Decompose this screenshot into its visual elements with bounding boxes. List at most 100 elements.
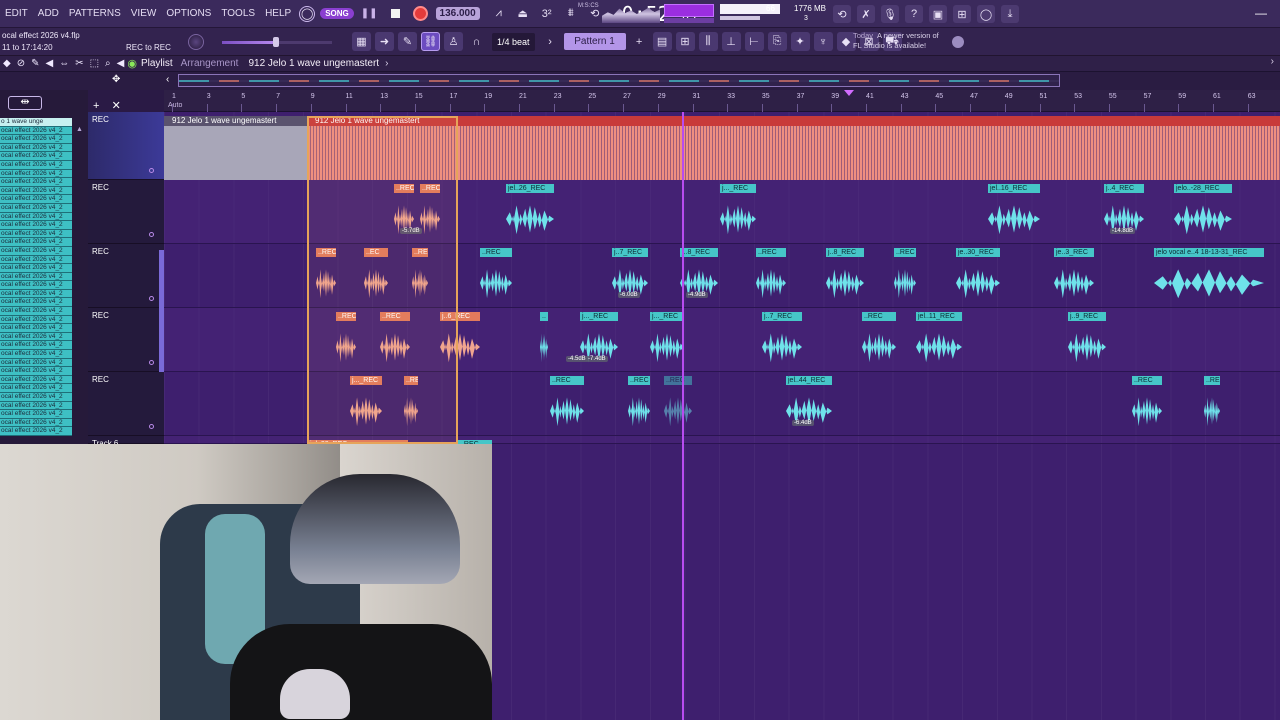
audio-clip[interactable]: jel..26_REC [506, 184, 554, 242]
track-header[interactable]: REC [88, 244, 164, 308]
audio-clip[interactable]: j..7_REC -6.0dB [612, 248, 648, 306]
add-pattern-icon[interactable]: + [630, 32, 649, 51]
menu-edit[interactable]: EDIT [0, 8, 33, 19]
step-edit-icon[interactable]: 3² [538, 5, 556, 23]
clip-source-item[interactable]: ocal effect 2026 v4_2 [0, 255, 72, 265]
audio-clip[interactable]: j..8_REC -4.9dB [680, 248, 718, 306]
track-name[interactable]: REC [92, 311, 109, 320]
clip-source-item[interactable]: ocal effect 2026 v4_2 [0, 332, 72, 342]
master-volume-thumb[interactable] [273, 37, 279, 47]
piano-roll-icon[interactable]: ▦ [352, 32, 371, 51]
snap-selector[interactable]: 1/4 beat [492, 32, 535, 51]
slip-icon[interactable]: ⇔ [59, 58, 69, 69]
channel-rack-icon[interactable]: ⊞ [675, 32, 695, 51]
clip-source-item[interactable]: ocal effect 2026 v4_2 [0, 281, 72, 290]
clip-source-item[interactable]: ocal effect 2026 v4_2 [0, 221, 72, 230]
snap-small-icon[interactable]: ◆ [3, 58, 11, 69]
playhead-marker[interactable] [844, 90, 854, 96]
mixer-view-icon[interactable]: ⫼ [698, 32, 718, 51]
plugin-icon[interactable]: ⊞ [953, 5, 971, 23]
audio-clip[interactable]: jelo..-28_REC [1174, 184, 1232, 242]
plugin-picker-icon[interactable]: ✦ [790, 32, 810, 51]
save-icon[interactable]: ▣ [929, 5, 947, 23]
clip-source-item[interactable]: ocal effect 2026 v4_2 [0, 418, 72, 428]
clip-source-item[interactable]: ocal effect 2026 v4_2 [0, 375, 72, 385]
clip-source-item[interactable]: ocal effect 2026 v4_2 [0, 178, 72, 187]
zoom-icon[interactable]: ⌕ [105, 58, 111, 69]
clip-source-item[interactable]: ocal effect 2026 v4_2 [0, 126, 72, 136]
record-button[interactable] [412, 6, 428, 21]
help-icon[interactable]: ? [905, 5, 923, 23]
undo-history-icon[interactable]: ⟲ [833, 5, 851, 23]
audio-clip[interactable]: j..9_REC [1068, 312, 1106, 370]
audio-clip[interactable]: jel..44_REC -6.4dB [786, 376, 832, 434]
audio-clip[interactable]: ..REC [894, 248, 916, 306]
clip-source-item[interactable]: ocal effect 2026 v4_2 [0, 169, 72, 179]
menu-options[interactable]: OPTIONS [161, 8, 216, 19]
mixer-icon[interactable]: ✗ [857, 5, 875, 23]
playlist-overview[interactable]: ✥ ‹ [0, 72, 1280, 90]
countdown-icon[interactable]: ⏏ [514, 5, 532, 23]
clip-source-item[interactable]: ocal effect 2026 v4_2 [0, 246, 72, 256]
link-icon[interactable]: ⛓ [421, 32, 440, 51]
clip-source-item[interactable]: ocal effect 2026 v4_2 [0, 160, 72, 170]
track-header[interactable]: REC [88, 372, 164, 436]
audio-clip[interactable]: jel..16_REC [988, 184, 1040, 242]
clip-source-item[interactable]: ocal effect 2026 v4_2 [0, 367, 72, 376]
menu-tools[interactable]: TOOLS [216, 8, 260, 19]
track-name[interactable]: REC [92, 247, 109, 256]
microphone-icon[interactable]: 🎙 [881, 5, 899, 23]
track-mute-led[interactable] [149, 424, 154, 429]
pattern-mode-icon[interactable]: ⩘ [490, 5, 508, 23]
clip-source-item[interactable]: ocal effect 2026 v4_2 [0, 298, 72, 308]
clip-source-item[interactable]: ocal effect 2026 v4_2 [0, 212, 72, 222]
audio-clip[interactable]: ..REC [862, 312, 896, 370]
tree-icon[interactable]: ⊢ [744, 32, 764, 51]
audio-clip[interactable]: ..REC [756, 248, 786, 306]
audio-clip[interactable]: .. -4.5dB [540, 312, 588, 370]
menu-patterns[interactable]: PATTERNS [64, 8, 126, 19]
lock-icon[interactable]: ⊘ [17, 58, 25, 69]
clip-source-item[interactable]: ocal effect 2026 v4_2 [0, 272, 72, 282]
clip-source-item[interactable]: ocal effect 2026 v4_2 [0, 135, 72, 144]
tempo-display[interactable]: 136.000 [435, 7, 480, 20]
track-header[interactable]: REC [88, 112, 164, 180]
audio-clip[interactable]: j..._REC [650, 312, 684, 370]
pause-icon[interactable]: ❚❚ [361, 8, 378, 19]
audio-clip[interactable]: j..._REC [720, 184, 756, 242]
clip-source-item[interactable]: ocal effect 2026 v4_2 [0, 143, 72, 153]
download-icon[interactable]: ⤓ [1001, 5, 1019, 23]
clip-source-item[interactable]: ocal effect 2026 v4_2 [0, 410, 72, 419]
news-panel[interactable]: Today A newer version of FL Studio is ava… [853, 31, 939, 51]
browser-icon[interactable]: ⊥ [721, 32, 741, 51]
track-name[interactable]: REC [92, 375, 109, 384]
clip-source-item[interactable]: ocal effect 2026 v4_2 [0, 307, 72, 316]
track-mute-led[interactable] [149, 296, 154, 301]
clip-source-item[interactable]: ocal effect 2026 v4_2 [0, 324, 72, 333]
timeline-ruler[interactable]: Auto 1 3 5 7 9 11 13 15 17 19 21 23 25 27 29 31 33 35 37 39… [164, 90, 1280, 112]
metronome-icon[interactable]: ◯ [299, 5, 316, 22]
audio-clip[interactable]: ..REC [550, 376, 584, 434]
track-header[interactable]: REC [88, 180, 164, 244]
clip-source-item[interactable]: ocal effect 2026 v4_2 [0, 186, 72, 196]
speaker-icon[interactable]: ◀ [45, 58, 53, 69]
overview-left-icon[interactable]: ‹ [166, 74, 169, 85]
news-info-icon[interactable] [952, 36, 964, 48]
minimize-icon[interactable]: — [1255, 6, 1267, 20]
play-preview-icon[interactable]: ◀ [117, 58, 125, 69]
menu-add[interactable]: ADD [33, 8, 64, 19]
playlist-scroll-icon[interactable]: › [1271, 56, 1274, 67]
clip-source-item[interactable]: ocal effect 2026 v4_2 [0, 195, 72, 204]
slice-icon[interactable]: ✂ [75, 58, 83, 69]
audio-clip[interactable]: ..REC [1132, 376, 1162, 434]
track-header[interactable]: REC [88, 308, 164, 372]
scroll-up-icon[interactable]: ▲ [76, 126, 83, 133]
song-mode-toggle[interactable]: SONG [320, 8, 354, 19]
selection-region[interactable] [307, 116, 458, 444]
clip-source-item[interactable]: ocal effect 2026 v4_2 [0, 427, 72, 436]
move-arrows-icon[interactable]: ✥ [112, 74, 120, 85]
clip-source-item[interactable]: ocal effect 2026 v4_2 [0, 350, 72, 359]
track-mute-led[interactable] [149, 168, 154, 173]
track-mute-led[interactable] [149, 360, 154, 365]
clip-source-item[interactable]: ocal effect 2026 v4_2 [0, 358, 72, 368]
